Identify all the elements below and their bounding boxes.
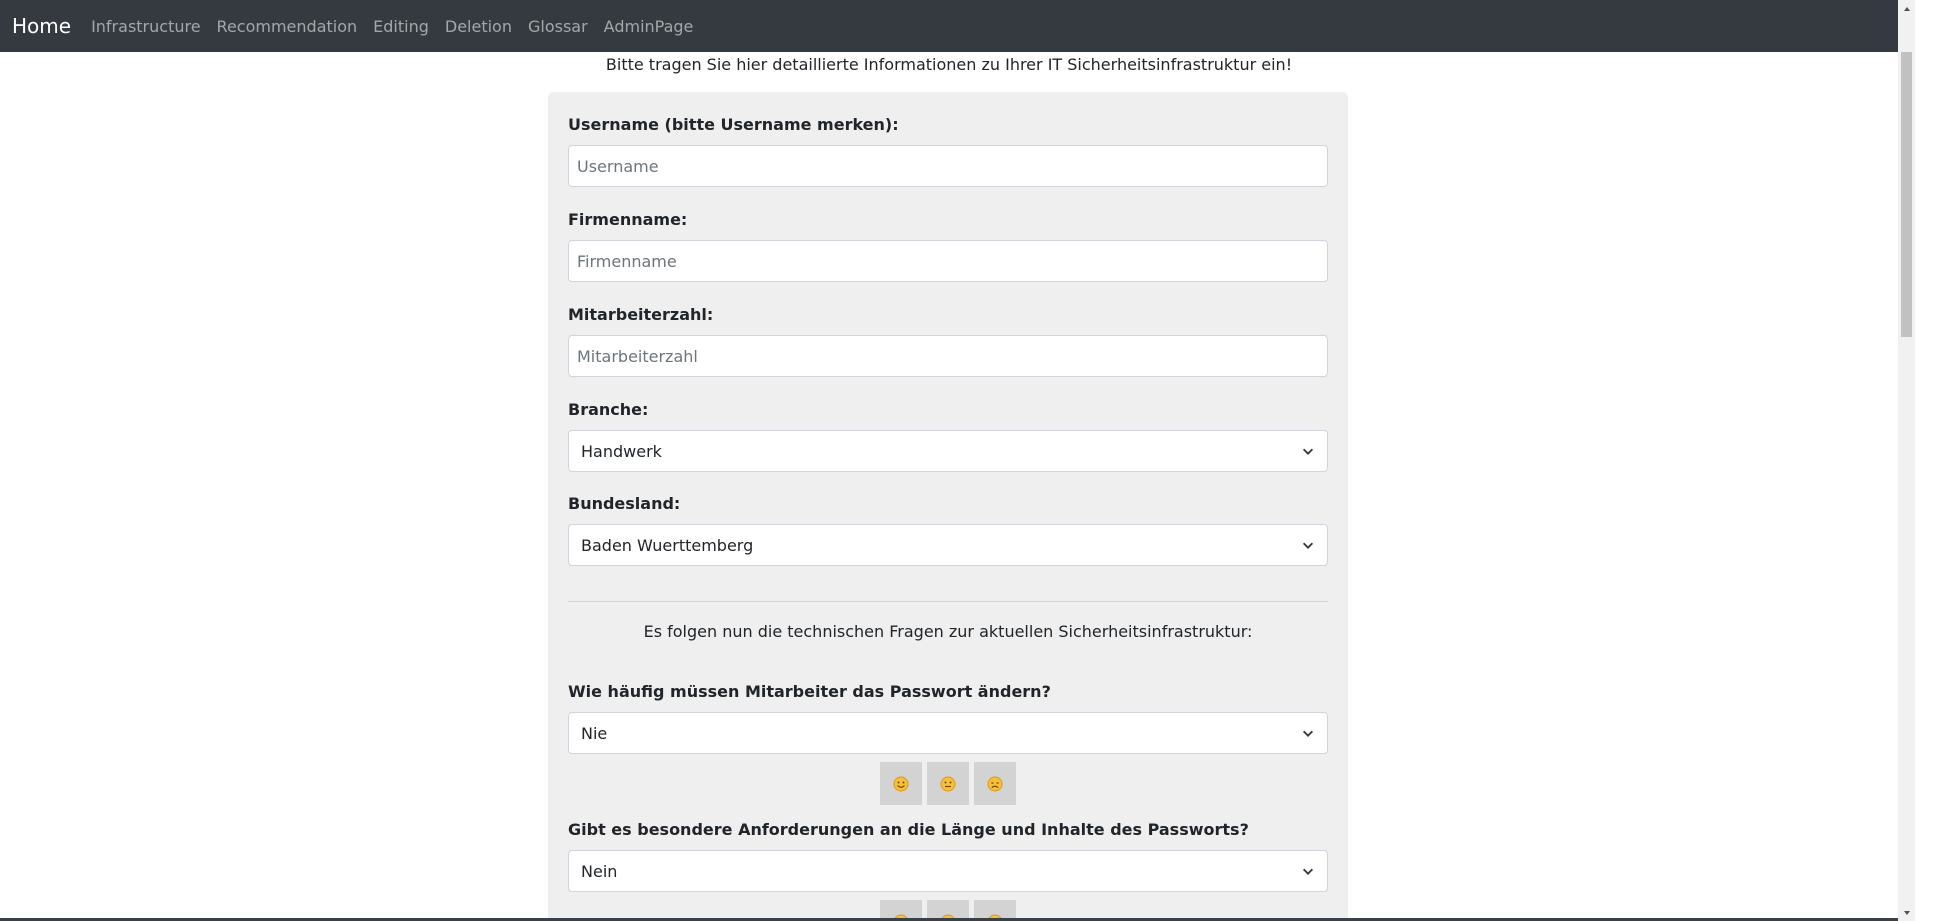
branche-select[interactable]: Handwerk bbox=[568, 430, 1328, 472]
neutral-face-icon bbox=[940, 776, 956, 791]
question-password-change-group: Wie häufig müssen Mitarbeiter das Passwo… bbox=[568, 681, 1328, 805]
section-divider bbox=[568, 601, 1328, 602]
top-navbar: Home Infrastructure Recommendation Editi… bbox=[0, 0, 1898, 52]
nav-link-recommendation[interactable]: Recommendation bbox=[217, 17, 358, 36]
form-card: Username (bitte Username merken): Firmen… bbox=[548, 92, 1348, 918]
question-password-requirements-label: Gibt es besondere Anforderungen an die L… bbox=[568, 820, 1249, 839]
rating-buttons-row bbox=[568, 900, 1328, 918]
username-field-group: Username (bitte Username merken): bbox=[568, 114, 1328, 187]
frowning-face-icon bbox=[987, 776, 1003, 791]
firmenname-field-group: Firmenname: bbox=[568, 209, 1328, 282]
rating-happy-button[interactable] bbox=[880, 900, 922, 918]
bundesland-label: Bundesland: bbox=[568, 494, 681, 513]
technical-questions-intro: Es folgen nun die technischen Fragen zur… bbox=[643, 622, 1253, 641]
nav-link-adminpage[interactable]: AdminPage bbox=[604, 17, 694, 36]
username-input[interactable] bbox=[568, 145, 1328, 187]
rating-neutral-button[interactable] bbox=[927, 762, 969, 805]
smiling-face-icon bbox=[893, 776, 909, 791]
nav-brand-home[interactable]: Home bbox=[12, 14, 71, 38]
firmenname-input[interactable] bbox=[568, 240, 1328, 282]
intro-text: Bitte tragen Sie hier detaillierte Infor… bbox=[605, 55, 1293, 74]
password-requirements-selected-value: Nein bbox=[581, 861, 618, 881]
branche-label: Branche: bbox=[568, 400, 649, 419]
mitarbeiterzahl-field-group: Mitarbeiterzahl: bbox=[568, 304, 1328, 377]
scroll-up-arrow-icon[interactable] bbox=[1898, 0, 1915, 17]
nav-link-infrastructure[interactable]: Infrastructure bbox=[91, 17, 200, 36]
chevron-down-icon bbox=[1302, 448, 1314, 455]
rating-happy-button[interactable] bbox=[880, 762, 922, 805]
firmenname-label: Firmenname: bbox=[568, 210, 688, 229]
page-viewport: Home Infrastructure Recommendation Editi… bbox=[0, 0, 1898, 918]
scroll-down-arrow-icon[interactable] bbox=[1898, 904, 1915, 921]
rating-neutral-button[interactable] bbox=[927, 900, 969, 918]
password-change-selected-value: Nie bbox=[581, 723, 608, 743]
vertical-scrollbar[interactable] bbox=[1898, 0, 1915, 921]
chevron-down-icon bbox=[1302, 730, 1314, 737]
nav-link-editing[interactable]: Editing bbox=[373, 17, 429, 36]
question-password-requirements-group: Gibt es besondere Anforderungen an die L… bbox=[568, 819, 1328, 918]
bundesland-field-group: Bundesland: Baden Wuerttemberg bbox=[568, 493, 1328, 566]
question-password-change-label: Wie häufig müssen Mitarbeiter das Passwo… bbox=[568, 682, 1051, 701]
bundesland-select[interactable]: Baden Wuerttemberg bbox=[568, 524, 1328, 566]
bundesland-selected-value: Baden Wuerttemberg bbox=[581, 535, 754, 555]
mitarbeiterzahl-input[interactable] bbox=[568, 335, 1328, 377]
password-requirements-select[interactable]: Nein bbox=[568, 850, 1328, 892]
rating-buttons-row bbox=[568, 762, 1328, 805]
branche-selected-value: Handwerk bbox=[581, 441, 662, 461]
mitarbeiterzahl-label: Mitarbeiterzahl: bbox=[568, 305, 714, 324]
password-change-select[interactable]: Nie bbox=[568, 712, 1328, 754]
chevron-down-icon bbox=[1302, 868, 1314, 875]
nav-link-deletion[interactable]: Deletion bbox=[445, 17, 512, 36]
username-label: Username (bitte Username merken): bbox=[568, 115, 899, 134]
scrollbar-thumb[interactable] bbox=[1901, 52, 1912, 337]
branche-field-group: Branche: Handwerk bbox=[568, 399, 1328, 472]
rating-sad-button[interactable] bbox=[974, 900, 1016, 918]
nav-link-glossar[interactable]: Glossar bbox=[528, 17, 588, 36]
chevron-down-icon bbox=[1302, 542, 1314, 549]
browser-side-panel bbox=[1915, 0, 1933, 921]
rating-sad-button[interactable] bbox=[974, 762, 1016, 805]
